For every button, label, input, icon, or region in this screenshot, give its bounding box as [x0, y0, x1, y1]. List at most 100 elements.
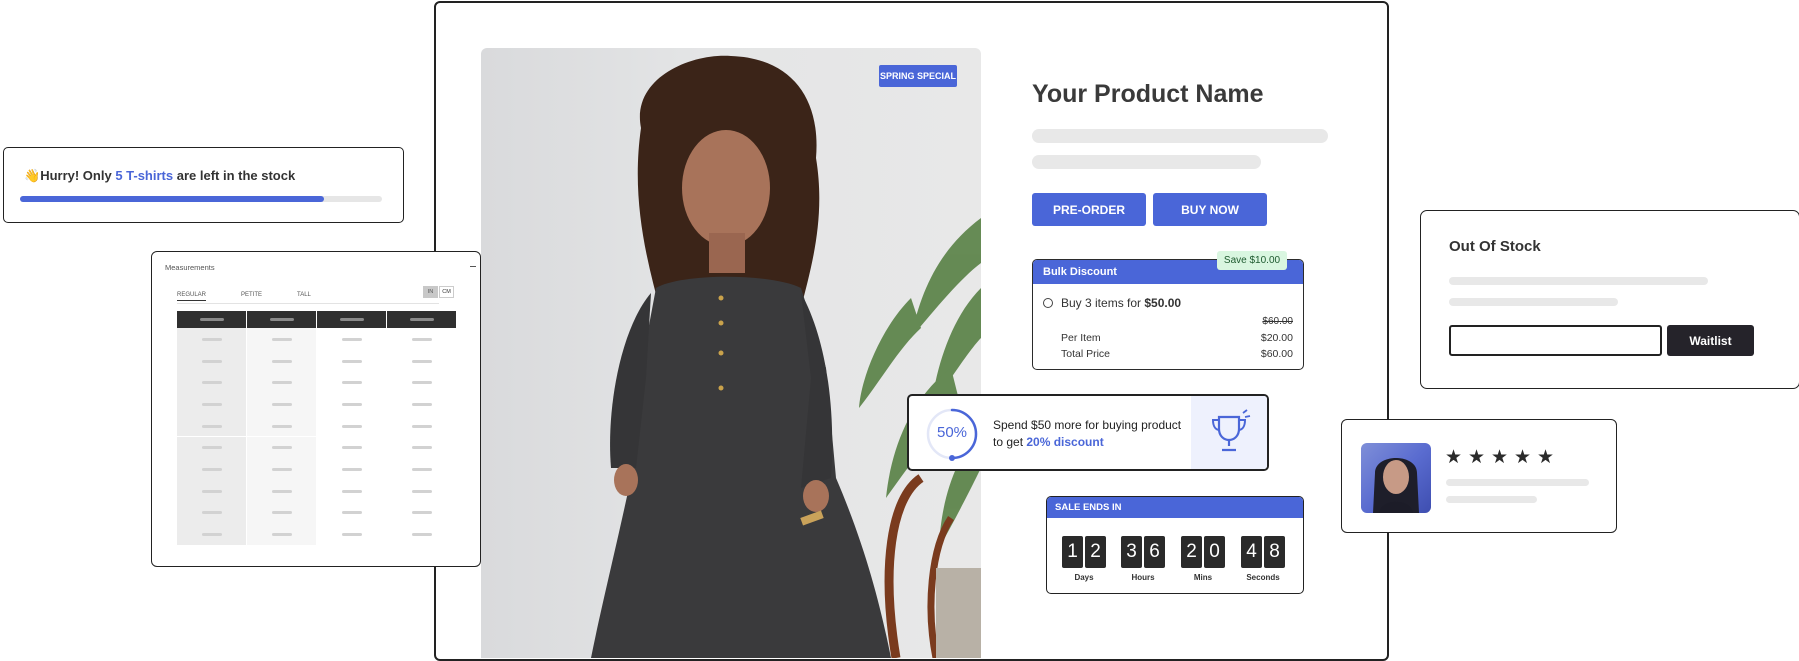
table-cell	[247, 458, 316, 480]
out-of-stock-title: Out Of Stock	[1449, 238, 1541, 255]
table-cell	[247, 328, 316, 350]
tab-petite[interactable]: PETITE	[241, 292, 262, 298]
total-price-label: Total Price	[1061, 348, 1111, 360]
per-item-value: $20.00	[1260, 332, 1293, 344]
table-cell	[247, 349, 316, 372]
table-cell	[387, 458, 456, 480]
waitlist-button[interactable]: Waitlist	[1667, 325, 1754, 356]
table-cell	[387, 393, 456, 415]
placeholder-line	[1449, 298, 1618, 306]
table-cell	[317, 523, 386, 545]
spend-line-2: to get 20% discount	[993, 435, 1104, 449]
table-cell	[317, 501, 386, 524]
table-cell	[317, 371, 386, 394]
placeholder-line	[1449, 277, 1708, 285]
table-cell	[387, 501, 456, 524]
out-of-stock-card: Out Of Stock Waitlist	[1420, 210, 1799, 389]
table-cell	[247, 523, 316, 545]
low-stock-suffix: are left in the stock	[173, 168, 296, 183]
table-cell	[247, 501, 316, 524]
measurements-title: Measurements	[165, 263, 215, 272]
bulk-option-prefix: Buy 3 items for	[1061, 296, 1145, 310]
stock-progress-fill	[20, 196, 325, 202]
save-badge: Save $10.00	[1217, 251, 1287, 270]
table-cell	[177, 523, 246, 545]
spend-discount-highlight: 20% discount	[1026, 435, 1104, 449]
table-header-cell	[177, 311, 246, 328]
table-cell	[247, 393, 316, 415]
description-placeholder-line	[1032, 155, 1261, 169]
table-cell	[177, 371, 246, 394]
product-photo[interactable]	[481, 48, 981, 658]
star-icon: ★	[1537, 447, 1555, 468]
tab-regular[interactable]: REGULAR	[177, 292, 207, 301]
bulk-option-radio[interactable]	[1043, 298, 1053, 308]
table-header-cell	[387, 311, 456, 328]
table-cell	[247, 436, 316, 459]
old-price: $60.00	[1262, 316, 1293, 327]
low-stock-message: 👋Hurry! Only 5 T-shirts are left in the …	[24, 168, 295, 184]
product-title: Your Product Name	[1032, 80, 1264, 108]
low-stock-prefix: Hurry! Only	[40, 168, 116, 183]
reviewer-portrait	[1373, 458, 1419, 513]
review-placeholder-line	[1446, 479, 1589, 486]
countdown-digit: 2	[1181, 536, 1202, 568]
sale-countdown-card: SALE ENDS IN 1 2 Days 3 6 Hours 2 0 Mins…	[1046, 496, 1304, 594]
spring-special-badge: SPRING SPECIAL	[879, 65, 957, 87]
star-icon: ★	[1445, 447, 1463, 468]
unit-toggle-cm[interactable]: CM	[439, 286, 454, 298]
pre-order-button[interactable]: PRE-ORDER	[1032, 193, 1146, 226]
star-icon: ★	[1468, 447, 1486, 468]
star-icon: ★	[1514, 447, 1532, 468]
table-cell	[317, 349, 386, 372]
avatar	[1361, 443, 1431, 513]
table-cell	[387, 371, 456, 394]
countdown-label: Seconds	[1246, 573, 1280, 582]
table-cell	[177, 393, 246, 415]
review-placeholder-line	[1446, 496, 1537, 503]
countdown-digit: 6	[1144, 536, 1165, 568]
waitlist-email-input[interactable]	[1449, 325, 1662, 356]
size-chart-table	[177, 311, 457, 545]
unit-toggle-in[interactable]: IN	[423, 286, 438, 298]
tab-tall[interactable]: TALL	[297, 292, 311, 298]
table-cell	[317, 393, 386, 415]
tab-underline-track	[177, 303, 439, 304]
table-cell	[247, 414, 316, 437]
table-cell	[387, 349, 456, 372]
countdown-digit: 1	[1062, 536, 1083, 568]
minimize-icon[interactable]	[470, 266, 476, 267]
table-cell	[177, 479, 246, 502]
table-cell	[317, 436, 386, 459]
table-cell	[387, 328, 456, 350]
countdown-digit: 4	[1241, 536, 1262, 568]
countdown-digit: 2	[1085, 536, 1106, 568]
review-card: ★ ★ ★ ★ ★	[1341, 419, 1617, 533]
low-stock-count: 5 T-shirts	[115, 168, 174, 183]
bulk-option-label[interactable]: Buy 3 items for $50.00	[1061, 296, 1181, 310]
per-item-label: Per Item	[1061, 332, 1101, 344]
table-cell	[387, 523, 456, 545]
stock-progress-track	[20, 196, 382, 202]
wave-icon: 👋	[24, 168, 41, 183]
spend-line-2-prefix: to get	[993, 435, 1027, 449]
trophy-icon	[1211, 408, 1251, 451]
buy-now-button[interactable]: BUY NOW	[1153, 193, 1267, 226]
table-cell	[387, 479, 456, 502]
low-stock-card: 👋Hurry! Only 5 T-shirts are left in the …	[3, 147, 404, 223]
bulk-option-price: $50.00	[1144, 296, 1182, 310]
table-cell	[177, 328, 246, 350]
countdown-label: Mins	[1193, 573, 1213, 582]
star-icon: ★	[1491, 447, 1509, 468]
table-cell	[177, 501, 246, 524]
countdown-label: Days	[1074, 573, 1094, 582]
table-cell	[247, 479, 316, 502]
spend-line-1: Spend $50 more for buying product	[993, 418, 1182, 432]
countdown-digit: 3	[1121, 536, 1142, 568]
table-cell	[317, 479, 386, 502]
model-illustration	[591, 55, 981, 658]
countdown-label: Hours	[1131, 573, 1155, 582]
spend-progress-label: 50%	[936, 424, 968, 441]
countdown-digit: 8	[1264, 536, 1285, 568]
table-cell	[247, 371, 316, 394]
